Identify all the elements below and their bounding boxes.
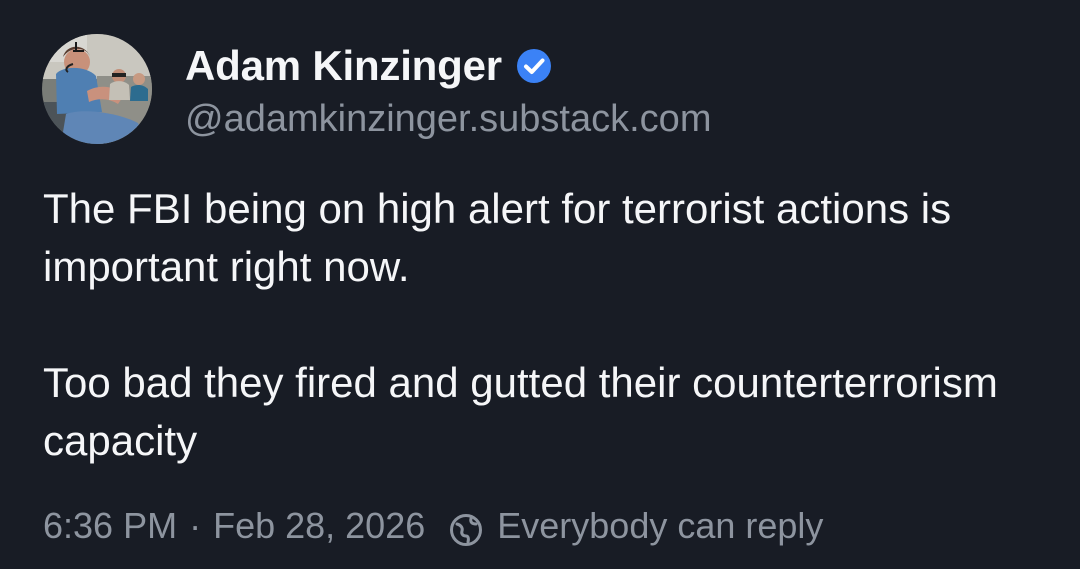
reply-setting-label: Everybody can reply [497, 505, 824, 546]
post-paragraph: The FBI being on high alert for terroris… [43, 185, 952, 290]
post-body: The FBI being on high alert for terroris… [43, 180, 1033, 470]
verified-badge-icon [516, 48, 552, 84]
author-display-name[interactable]: Adam Kinzinger [185, 38, 502, 94]
globe-icon [449, 509, 483, 546]
author-name-row: Adam Kinzinger [185, 38, 552, 94]
author-avatar[interactable] [42, 34, 152, 144]
post-date[interactable]: Feb 28, 2026 [213, 500, 425, 552]
post-card: Adam Kinzinger @adamkinzinger.substack.c… [0, 0, 1080, 569]
reply-setting[interactable]: Everybody can reply [449, 500, 823, 552]
post-meta: 6:36 PM · Feb 28, 2026 Everybody can rep… [43, 500, 823, 552]
author-handle[interactable]: @adamkinzinger.substack.com [185, 94, 711, 144]
avatar-photo [42, 34, 152, 144]
meta-separator: · [189, 505, 202, 546]
post-paragraph: Too bad they fired and gutted their coun… [43, 359, 998, 464]
post-time[interactable]: 6:36 PM [43, 500, 177, 552]
